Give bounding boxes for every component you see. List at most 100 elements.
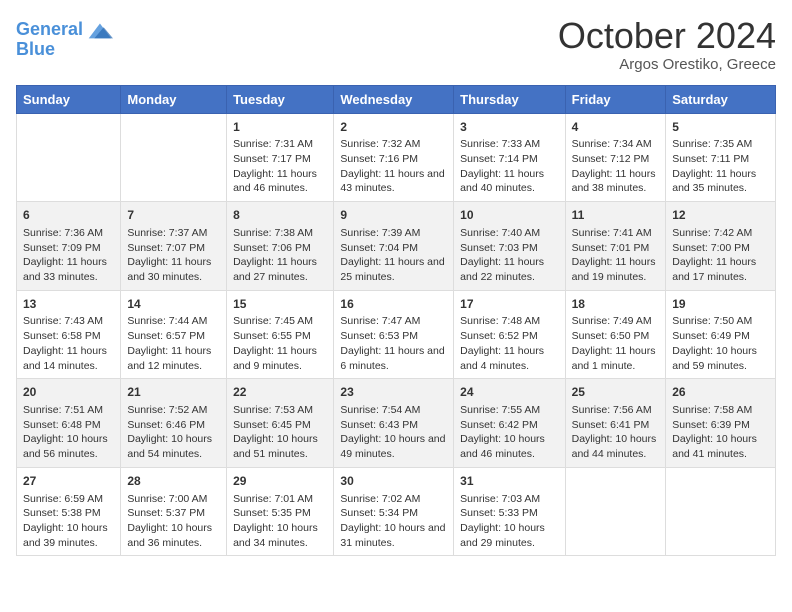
day-info: Sunset: 7:09 PM — [23, 241, 114, 256]
calendar-cell: 30Sunrise: 7:02 AMSunset: 5:34 PMDayligh… — [334, 467, 454, 556]
day-number: 26 — [672, 384, 769, 401]
day-info: Sunrise: 7:56 AM — [572, 403, 660, 418]
day-number: 7 — [127, 207, 220, 224]
day-info: Sunrise: 7:42 AM — [672, 226, 769, 241]
day-info: Daylight: 11 hours and 9 minutes. — [233, 344, 327, 373]
day-info: Sunrise: 7:41 AM — [572, 226, 660, 241]
calendar-cell: 11Sunrise: 7:41 AMSunset: 7:01 PMDayligh… — [565, 202, 666, 291]
calendar-subtitle: Argos Orestiko, Greece — [558, 56, 776, 73]
calendar-cell: 1Sunrise: 7:31 AMSunset: 7:17 PMDaylight… — [227, 113, 334, 202]
calendar-cell: 23Sunrise: 7:54 AMSunset: 6:43 PMDayligh… — [334, 379, 454, 468]
day-info: Daylight: 10 hours and 29 minutes. — [460, 521, 558, 550]
day-info: Sunset: 7:00 PM — [672, 241, 769, 256]
page-header: General Blue October 2024 Argos Orestiko… — [16, 16, 776, 73]
day-info: Sunrise: 7:47 AM — [340, 314, 447, 329]
calendar-cell: 26Sunrise: 7:58 AMSunset: 6:39 PMDayligh… — [666, 379, 776, 468]
day-info: Sunrise: 7:32 AM — [340, 137, 447, 152]
day-info: Sunrise: 7:49 AM — [572, 314, 660, 329]
day-info: Sunrise: 7:58 AM — [672, 403, 769, 418]
day-number: 3 — [460, 119, 558, 136]
title-block: October 2024 Argos Orestiko, Greece — [558, 16, 776, 73]
day-info: Daylight: 10 hours and 39 minutes. — [23, 521, 114, 550]
calendar-cell: 16Sunrise: 7:47 AMSunset: 6:53 PMDayligh… — [334, 290, 454, 379]
day-number: 4 — [572, 119, 660, 136]
day-info: Sunset: 6:45 PM — [233, 418, 327, 433]
calendar-cell: 6Sunrise: 7:36 AMSunset: 7:09 PMDaylight… — [17, 202, 121, 291]
day-info: Sunset: 5:38 PM — [23, 506, 114, 521]
calendar-cell: 10Sunrise: 7:40 AMSunset: 7:03 PMDayligh… — [454, 202, 565, 291]
day-info: Sunset: 6:41 PM — [572, 418, 660, 433]
day-info: Sunset: 6:50 PM — [572, 329, 660, 344]
calendar-cell: 21Sunrise: 7:52 AMSunset: 6:46 PMDayligh… — [121, 379, 227, 468]
day-info: Daylight: 11 hours and 38 minutes. — [572, 167, 660, 196]
day-number: 12 — [672, 207, 769, 224]
day-number: 31 — [460, 473, 558, 490]
header-day-thursday: Thursday — [454, 85, 565, 113]
day-number: 5 — [672, 119, 769, 136]
calendar-cell — [666, 467, 776, 556]
day-info: Daylight: 10 hours and 41 minutes. — [672, 432, 769, 461]
day-info: Sunset: 7:11 PM — [672, 152, 769, 167]
day-info: Daylight: 11 hours and 27 minutes. — [233, 255, 327, 284]
calendar-cell: 24Sunrise: 7:55 AMSunset: 6:42 PMDayligh… — [454, 379, 565, 468]
header-row: SundayMondayTuesdayWednesdayThursdayFrid… — [17, 85, 776, 113]
day-info: Daylight: 11 hours and 40 minutes. — [460, 167, 558, 196]
day-info: Sunset: 6:43 PM — [340, 418, 447, 433]
day-number: 8 — [233, 207, 327, 224]
header-day-monday: Monday — [121, 85, 227, 113]
day-info: Sunrise: 7:35 AM — [672, 137, 769, 152]
day-info: Sunrise: 7:53 AM — [233, 403, 327, 418]
day-number: 14 — [127, 296, 220, 313]
calendar-cell — [17, 113, 121, 202]
day-info: Sunrise: 7:45 AM — [233, 314, 327, 329]
day-info: Sunset: 7:01 PM — [572, 241, 660, 256]
day-info: Daylight: 10 hours and 44 minutes. — [572, 432, 660, 461]
calendar-cell: 5Sunrise: 7:35 AMSunset: 7:11 PMDaylight… — [666, 113, 776, 202]
day-number: 19 — [672, 296, 769, 313]
day-number: 29 — [233, 473, 327, 490]
week-row-5: 27Sunrise: 6:59 AMSunset: 5:38 PMDayligh… — [17, 467, 776, 556]
day-info: Sunrise: 7:33 AM — [460, 137, 558, 152]
calendar-title: October 2024 — [558, 16, 776, 56]
day-number: 2 — [340, 119, 447, 136]
day-number: 20 — [23, 384, 114, 401]
day-info: Sunrise: 7:51 AM — [23, 403, 114, 418]
day-info: Sunrise: 7:38 AM — [233, 226, 327, 241]
day-info: Sunrise: 7:48 AM — [460, 314, 558, 329]
day-info: Sunset: 7:16 PM — [340, 152, 447, 167]
day-info: Daylight: 11 hours and 4 minutes. — [460, 344, 558, 373]
calendar-cell: 12Sunrise: 7:42 AMSunset: 7:00 PMDayligh… — [666, 202, 776, 291]
calendar-cell: 7Sunrise: 7:37 AMSunset: 7:07 PMDaylight… — [121, 202, 227, 291]
day-info: Sunset: 7:06 PM — [233, 241, 327, 256]
calendar-cell: 3Sunrise: 7:33 AMSunset: 7:14 PMDaylight… — [454, 113, 565, 202]
day-info: Daylight: 10 hours and 36 minutes. — [127, 521, 220, 550]
day-info: Sunset: 7:07 PM — [127, 241, 220, 256]
day-info: Sunset: 5:33 PM — [460, 506, 558, 521]
day-info: Sunset: 7:03 PM — [460, 241, 558, 256]
day-number: 21 — [127, 384, 220, 401]
day-info: Daylight: 11 hours and 33 minutes. — [23, 255, 114, 284]
day-info: Sunrise: 7:34 AM — [572, 137, 660, 152]
calendar-cell: 31Sunrise: 7:03 AMSunset: 5:33 PMDayligh… — [454, 467, 565, 556]
logo: General Blue — [16, 16, 113, 60]
calendar-cell: 28Sunrise: 7:00 AMSunset: 5:37 PMDayligh… — [121, 467, 227, 556]
calendar-cell: 18Sunrise: 7:49 AMSunset: 6:50 PMDayligh… — [565, 290, 666, 379]
day-number: 6 — [23, 207, 114, 224]
calendar-cell: 27Sunrise: 6:59 AMSunset: 5:38 PMDayligh… — [17, 467, 121, 556]
day-number: 24 — [460, 384, 558, 401]
day-number: 27 — [23, 473, 114, 490]
calendar-cell: 4Sunrise: 7:34 AMSunset: 7:12 PMDaylight… — [565, 113, 666, 202]
calendar-cell: 13Sunrise: 7:43 AMSunset: 6:58 PMDayligh… — [17, 290, 121, 379]
header-day-wednesday: Wednesday — [334, 85, 454, 113]
day-info: Daylight: 11 hours and 35 minutes. — [672, 167, 769, 196]
calendar-cell: 14Sunrise: 7:44 AMSunset: 6:57 PMDayligh… — [121, 290, 227, 379]
day-number: 10 — [460, 207, 558, 224]
day-info: Sunrise: 7:52 AM — [127, 403, 220, 418]
day-info: Sunset: 7:17 PM — [233, 152, 327, 167]
day-info: Daylight: 10 hours and 59 minutes. — [672, 344, 769, 373]
calendar-cell: 15Sunrise: 7:45 AMSunset: 6:55 PMDayligh… — [227, 290, 334, 379]
day-info: Sunrise: 7:01 AM — [233, 492, 327, 507]
day-info: Daylight: 11 hours and 22 minutes. — [460, 255, 558, 284]
day-info: Daylight: 11 hours and 46 minutes. — [233, 167, 327, 196]
logo-text: General — [16, 20, 83, 40]
